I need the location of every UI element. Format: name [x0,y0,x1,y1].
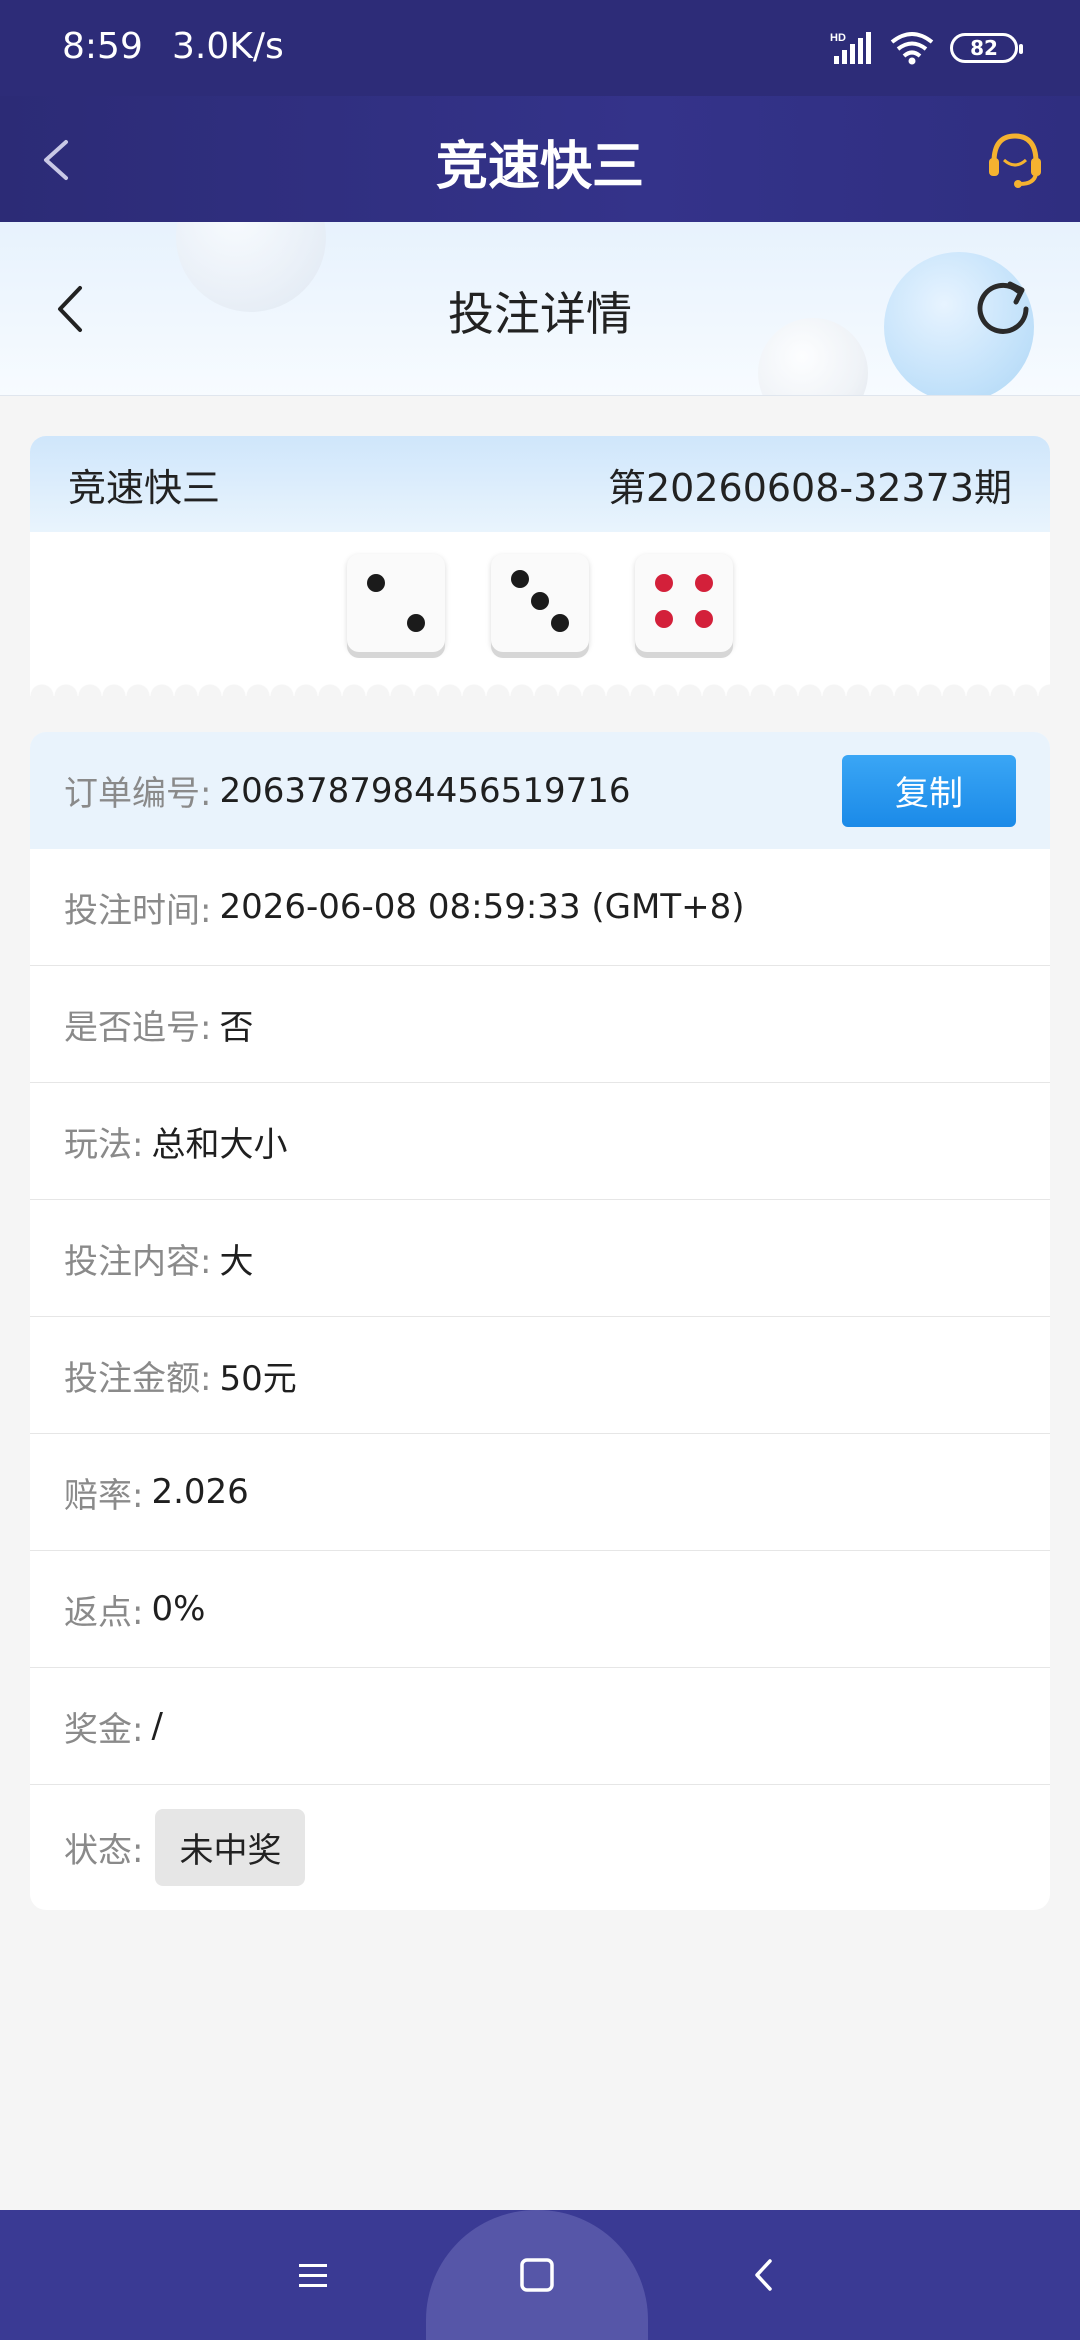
battery-level: 82 [970,36,998,60]
dice-pip [551,614,569,632]
ticket-scallop-edge [30,684,1050,696]
draw-result-card: 竞速快三 第20260608-32373期 [30,436,1050,696]
wifi-icon [890,32,934,65]
play-label: 玩法: [64,1124,144,1165]
chase-label: 是否追号: [64,1007,212,1048]
dice-two-icon [347,554,445,652]
back-nav-icon[interactable] [738,2248,792,2302]
prize-value: / [151,1706,163,1746]
copy-button[interactable]: 复制 [842,754,1016,827]
dice-three-icon [491,554,589,652]
svg-text:HD: HD [830,32,846,44]
detail-row-prize: 奖金: / [30,1668,1050,1785]
app-title: 竞速快三 [435,137,644,197]
dice-pip [511,570,529,588]
dice-pip [695,574,713,592]
detail-row-amount: 投注金额: 50元 [30,1317,1050,1434]
period-number: 第20260608-32373期 [607,465,1012,510]
odds-label: 赔率: [64,1475,144,1516]
dice-pip [531,592,549,610]
prize-label: 奖金: [64,1709,144,1750]
game-name: 竞速快三 [68,465,221,510]
odds-value: 2.026 [151,1472,249,1512]
home-square-icon[interactable] [510,2248,564,2302]
draw-result-header: 竞速快三 第20260608-32373期 [30,436,1050,532]
detail-row-rebate: 返点: 0% [30,1551,1050,1668]
dice-pip [695,610,713,628]
amount-value: 50元 [219,1358,297,1399]
rebate-value: 0% [151,1589,206,1629]
dice-pip [655,574,673,592]
bet-time-value: 2026-06-08 08:59:33 (GMT+8) [219,887,745,927]
detail-row-status: 状态: 未中奖 [30,1785,1050,1909]
dice-pip [367,574,385,592]
rebate-label: 返点: [64,1592,144,1633]
menu-icon[interactable] [286,2248,340,2302]
detail-row-play: 玩法: 总和大小 [30,1083,1050,1200]
content-label: 投注内容: [64,1241,212,1282]
dice-row [30,532,1050,652]
status-bar: 8:59 3.0K/s HD 82 [0,0,1080,96]
order-no-label: 订单编号: [64,774,212,814]
content-value: 大 [219,1241,254,1282]
headset-support-icon[interactable] [980,124,1050,194]
detail-row-content: 投注内容: 大 [30,1200,1050,1317]
detail-row-bet-time: 投注时间: 2026-06-08 08:59:33 (GMT+8) [30,849,1050,966]
network-speed: 3.0K/s [172,26,284,67]
status-icons: HD 82 [830,26,1023,70]
dice-pip [655,610,673,628]
battery-icon: 82 [950,33,1023,63]
detail-row-order-no: 订单编号: 2063787984456519716 复制 [30,732,1050,849]
chase-value: 否 [219,1007,254,1048]
detail-header: 投注详情 [0,222,1080,396]
hd-signal-icon: HD [830,32,871,64]
amount-label: 投注金额: [64,1358,212,1399]
status-time: 8:59 [62,26,143,67]
status-label: 状态: [64,1830,144,1871]
app-header: 竞速快三 [0,96,1080,222]
system-nav-bar [0,2210,1080,2340]
detail-row-chase: 是否追号: 否 [30,966,1050,1083]
detail-title: 投注详情 [448,287,632,341]
order-no-value: 2063787984456519716 [219,770,631,811]
dice-four-icon [635,554,733,652]
status-badge: 未中奖 [155,1808,306,1886]
bet-time-label: 投注时间: [64,890,212,931]
bet-details-card: 订单编号: 2063787984456519716 复制 投注时间: 2026-… [30,732,1050,1910]
detail-row-odds: 赔率: 2.026 [30,1434,1050,1551]
play-value: 总和大小 [151,1124,288,1165]
refresh-icon[interactable] [966,272,1040,346]
dice-pip [407,614,425,632]
